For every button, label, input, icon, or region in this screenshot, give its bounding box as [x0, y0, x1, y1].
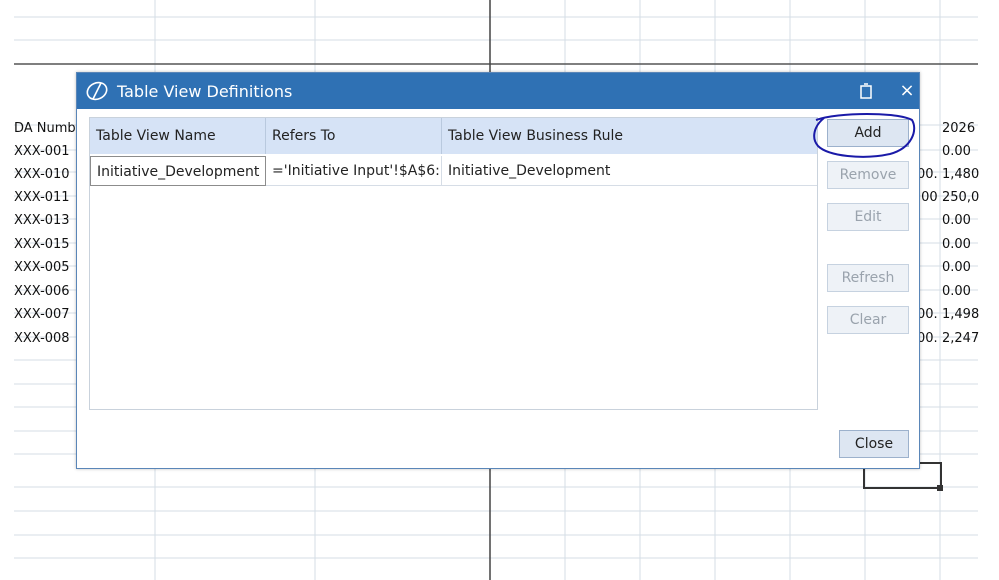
edit-button[interactable]: Edit	[827, 203, 909, 231]
remove-button[interactable]: Remove	[827, 161, 909, 189]
sheet-cell: 00.	[917, 167, 938, 182]
cell-business-rule[interactable]: Initiative_Development	[442, 156, 817, 186]
sheet-cell: XXX-010	[14, 167, 70, 182]
clear-button[interactable]: Clear	[827, 306, 909, 334]
sheet-col-header-right: 2026	[942, 121, 976, 136]
restore-icon[interactable]	[859, 83, 873, 99]
sheet-cell: XXX-005	[14, 260, 70, 275]
sheet-cell: XXX-008	[14, 331, 70, 346]
sheet-cell: 1,498	[942, 307, 980, 322]
dialog-titlebar[interactable]: Table View Definitions ×	[77, 73, 919, 109]
sheet-cell: 0.00	[942, 237, 971, 252]
column-header-business-rule[interactable]: Table View Business Rule	[442, 118, 817, 154]
column-header-refers-to[interactable]: Refers To	[266, 118, 442, 154]
sheet-cell: 2,247	[942, 331, 980, 346]
close-button[interactable]: Close	[839, 430, 909, 458]
sheet-cell: 0.00	[942, 260, 971, 275]
add-button[interactable]: Add	[827, 119, 909, 147]
sheet-cell: XXX-011	[14, 190, 70, 205]
sheet-cell: 00.	[917, 331, 938, 346]
refresh-button[interactable]: Refresh	[827, 264, 909, 292]
app-logo-icon	[86, 81, 108, 101]
cell-refers-to[interactable]: ='Initiative Input'!$A$6:$	[266, 156, 442, 186]
cell-table-view-name[interactable]: Initiative_Development	[90, 156, 266, 186]
sheet-col-header-left: DA Numb	[14, 121, 76, 136]
sheet-cell: XXX-013	[14, 213, 70, 228]
sheet-cell: XXX-007	[14, 307, 70, 322]
sheet-cell: XXX-015	[14, 237, 70, 252]
dialog-title: Table View Definitions	[117, 82, 293, 101]
sheet-cell: 250,0	[942, 190, 980, 205]
sheet-cell: XXX-001	[14, 144, 70, 159]
column-header-table-view-name[interactable]: Table View Name	[90, 118, 266, 154]
sheet-cell: 0.00	[942, 284, 971, 299]
sheet-cell: .00	[917, 190, 938, 205]
table-view-grid[interactable]: Table View Name Refers To Table View Bus…	[89, 117, 818, 410]
table-view-definitions-dialog: Table View Definitions × Table View Name…	[76, 72, 920, 469]
sheet-cell: 0.00	[942, 144, 971, 159]
sheet-cell: XXX-006	[14, 284, 70, 299]
sheet-cell: 0.00	[942, 213, 971, 228]
close-icon[interactable]: ×	[897, 80, 917, 102]
sheet-cell: 1,480	[942, 167, 980, 182]
sheet-cell: 00.	[917, 307, 938, 322]
